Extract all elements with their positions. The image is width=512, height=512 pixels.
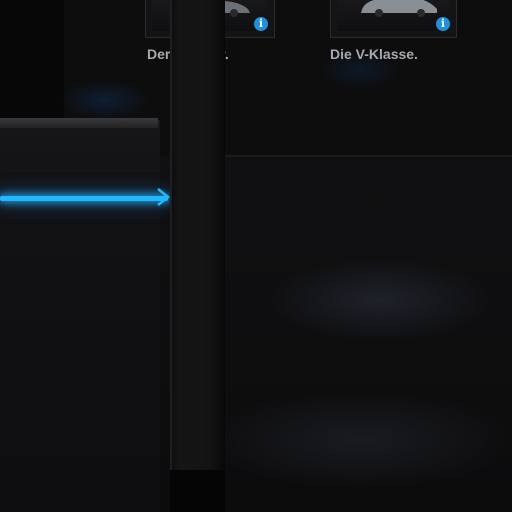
- info-icon[interactable]: i: [254, 17, 268, 31]
- wall-floor-edge: [225, 155, 512, 157]
- ambient-blue-light: [60, 80, 150, 120]
- showroom-scene: i Derer. i Die V-Klasse.: [0, 0, 512, 512]
- counter-top: [0, 118, 158, 128]
- vehicle-caption-right[interactable]: Die V-Klasse.: [330, 46, 418, 62]
- car-image: [361, 0, 437, 17]
- vehicle-thumbnail: [337, 0, 450, 31]
- info-icon[interactable]: i: [436, 17, 450, 31]
- vehicle-card-right[interactable]: i: [330, 0, 457, 38]
- vehicle-caption-left-start: Der: [147, 46, 171, 62]
- reception-counter: [0, 120, 160, 512]
- pillar-base: [170, 470, 225, 512]
- left-wall: [0, 0, 64, 125]
- blue-light-strip: [0, 196, 168, 201]
- pillar-edge: [170, 0, 172, 470]
- foreground-pillar: [170, 0, 225, 512]
